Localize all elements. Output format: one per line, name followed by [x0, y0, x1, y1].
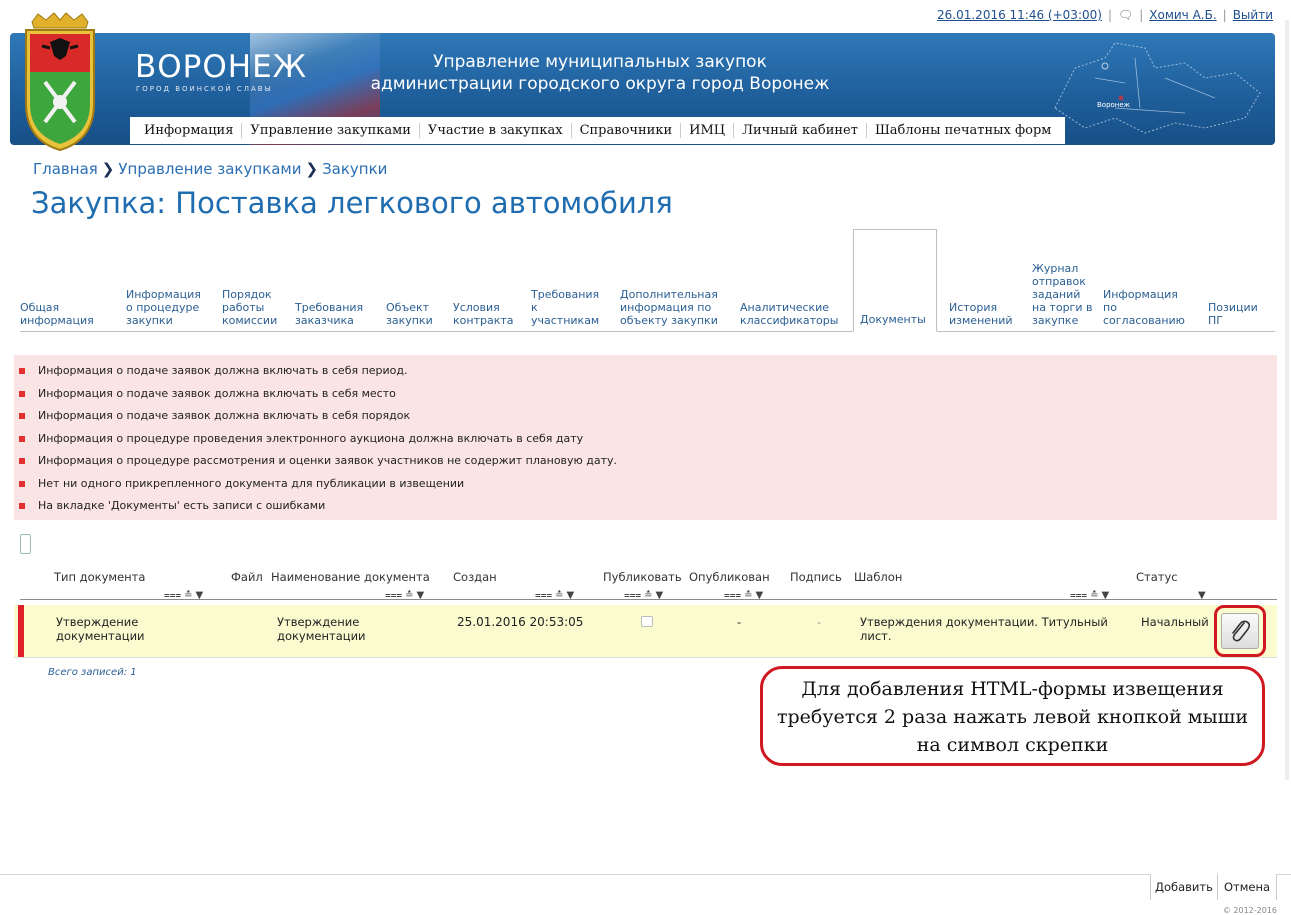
attach-button[interactable] [1214, 605, 1266, 657]
user-bar: 26.01.2016 11:46 (+03:00) | 🗨︎ | Хомич А… [937, 8, 1273, 22]
tab-analytic-classifiers[interactable]: Аналитические классификаторы [740, 301, 852, 327]
nav-item-purchase-management[interactable]: Управление закупками [242, 123, 420, 138]
copyright: © 2012-2016 [1222, 906, 1277, 915]
logout-link[interactable]: Выйти [1233, 8, 1273, 22]
validation-errors-panel: Информация о подаче заявок должна включа… [14, 355, 1277, 520]
error-row-marker [18, 605, 24, 657]
instruction-callout: Для добавления HTML-формы извещения треб… [760, 666, 1265, 766]
breadcrumb-home[interactable]: Главная [33, 160, 98, 178]
main-navigation: Информация Управление закупками Участие … [130, 117, 1066, 144]
paperclip-icon[interactable] [1221, 613, 1259, 649]
organization-title: Управление муниципальных закупок админис… [340, 51, 860, 95]
nav-item-info[interactable]: Информация [136, 123, 243, 138]
tab-purchase-object[interactable]: Объект закупки [386, 301, 441, 327]
tab-general-info[interactable]: Общая информация [20, 301, 115, 327]
column-header-doc-type[interactable]: Тип документа [54, 570, 145, 584]
city-slogan: ГОРОД ВОИНСКОЙ СЛАВЫ [136, 85, 273, 93]
column-header-status[interactable]: Статус [1136, 570, 1178, 584]
add-button[interactable]: Добавить [1150, 874, 1218, 900]
region-map-icon [1054, 42, 1261, 134]
column-header-template[interactable]: Шаблон [854, 570, 902, 584]
cell-doc-name: Утверждение документации [277, 615, 366, 643]
cell-doc-type: Утверждение документации [56, 615, 145, 643]
organization-line-1: Управление муниципальных закупок [433, 52, 767, 72]
breadcrumb: Главная ❯ Управление закупками ❯ Закупки [33, 160, 387, 178]
tab-additional-info[interactable]: Дополнительная информация по объекту зак… [620, 288, 732, 327]
error-item: Нет ни одного прикрепленного документа д… [14, 473, 1277, 496]
tab-bar: Общая информация Информация о процедуре … [20, 229, 1275, 332]
page-title: Закупка: Поставка легкового автомобиля [31, 186, 673, 220]
cell-created: 25.01.2016 20:53:05 [457, 615, 584, 629]
tab-procedure-info[interactable]: Информация о процедуре закупки [126, 288, 210, 327]
column-header-published[interactable]: Опубликован [689, 570, 770, 584]
tab-customer-requirements[interactable]: Требования заказчика [295, 301, 375, 327]
scrollbar[interactable] [1285, 20, 1289, 780]
grid-header-divider [20, 599, 1277, 600]
user-name-link[interactable]: Хомич А.Б. [1149, 8, 1216, 22]
cancel-button[interactable]: Отмена [1218, 874, 1278, 900]
nav-item-personal-cabinet[interactable]: Личный кабинет [734, 123, 867, 138]
table-row[interactable]: Утверждение документации Утверждение док… [14, 605, 1277, 658]
nav-item-references[interactable]: Справочники [572, 123, 682, 138]
error-item: Информация о подаче заявок должна включа… [14, 383, 1277, 406]
error-item: Информация о процедуре проведения электр… [14, 428, 1277, 451]
cell-signature: - [817, 615, 822, 629]
chat-icon[interactable]: 🗨︎ [1118, 8, 1133, 22]
tab-participant-requirements[interactable]: Требования к участникам [531, 288, 608, 327]
cell-published: - [737, 615, 742, 629]
city-logo-text: ВОРОНЕЖ [135, 49, 308, 85]
cell-status: Начальный [1141, 615, 1209, 629]
tab-approval-info[interactable]: Информация по согласованию [1103, 288, 1193, 327]
document-list-icon[interactable] [20, 534, 31, 554]
breadcrumb-purchases[interactable]: Закупки [322, 160, 387, 178]
footer-divider [0, 874, 1291, 875]
separator: | [1222, 8, 1227, 22]
separator: | [1139, 8, 1144, 22]
coat-of-arms-emblem [25, 12, 95, 152]
nav-item-participation[interactable]: Участие в закупках [420, 123, 572, 138]
organization-line-2: администрации городского округа город Во… [370, 74, 830, 94]
tab-documents[interactable]: Документы [853, 229, 937, 332]
breadcrumb-separator-icon: ❯ [305, 160, 319, 178]
column-header-file[interactable]: Файл [231, 570, 263, 584]
column-header-publish[interactable]: Публиковать [603, 570, 682, 584]
datetime-link[interactable]: 26.01.2016 11:46 (+03:00) [937, 8, 1102, 22]
tab-contract-conditions[interactable]: Условия контракта [453, 301, 521, 327]
total-records: Всего записей: 1 [48, 667, 137, 678]
publish-checkbox[interactable] [641, 616, 653, 627]
nav-item-print-templates[interactable]: Шаблоны печатных форм [867, 123, 1059, 138]
cell-template: Утверждения документации. Титульный лист… [860, 615, 1108, 643]
breadcrumb-separator-icon: ❯ [101, 160, 115, 178]
tab-dispatch-journal[interactable]: Журнал отправок заданий на торги в закуп… [1032, 262, 1094, 327]
error-item: Информация о процедуре рассмотрения и оц… [14, 450, 1277, 473]
tab-commission-procedure[interactable]: Порядок работы комиссии [222, 288, 282, 327]
column-header-signature[interactable]: Подпись [790, 570, 842, 584]
column-header-doc-name[interactable]: Наименование документа [271, 570, 430, 584]
column-header-created[interactable]: Создан [453, 570, 497, 584]
tab-change-history[interactable]: История изменений [949, 301, 1024, 327]
nav-item-imc[interactable]: ИМЦ [681, 123, 735, 138]
error-item: На вкладке 'Документы' есть записи с оши… [14, 495, 1277, 518]
map-label: Воронеж [1096, 101, 1130, 109]
separator: | [1107, 8, 1112, 22]
breadcrumb-purchase-management[interactable]: Управление закупками [118, 160, 301, 178]
tab-plan-positions[interactable]: Позиции ПГ [1208, 301, 1268, 327]
error-item: Информация о подаче заявок должна включа… [14, 360, 1277, 383]
error-item: Информация о подаче заявок должна включа… [14, 405, 1277, 428]
